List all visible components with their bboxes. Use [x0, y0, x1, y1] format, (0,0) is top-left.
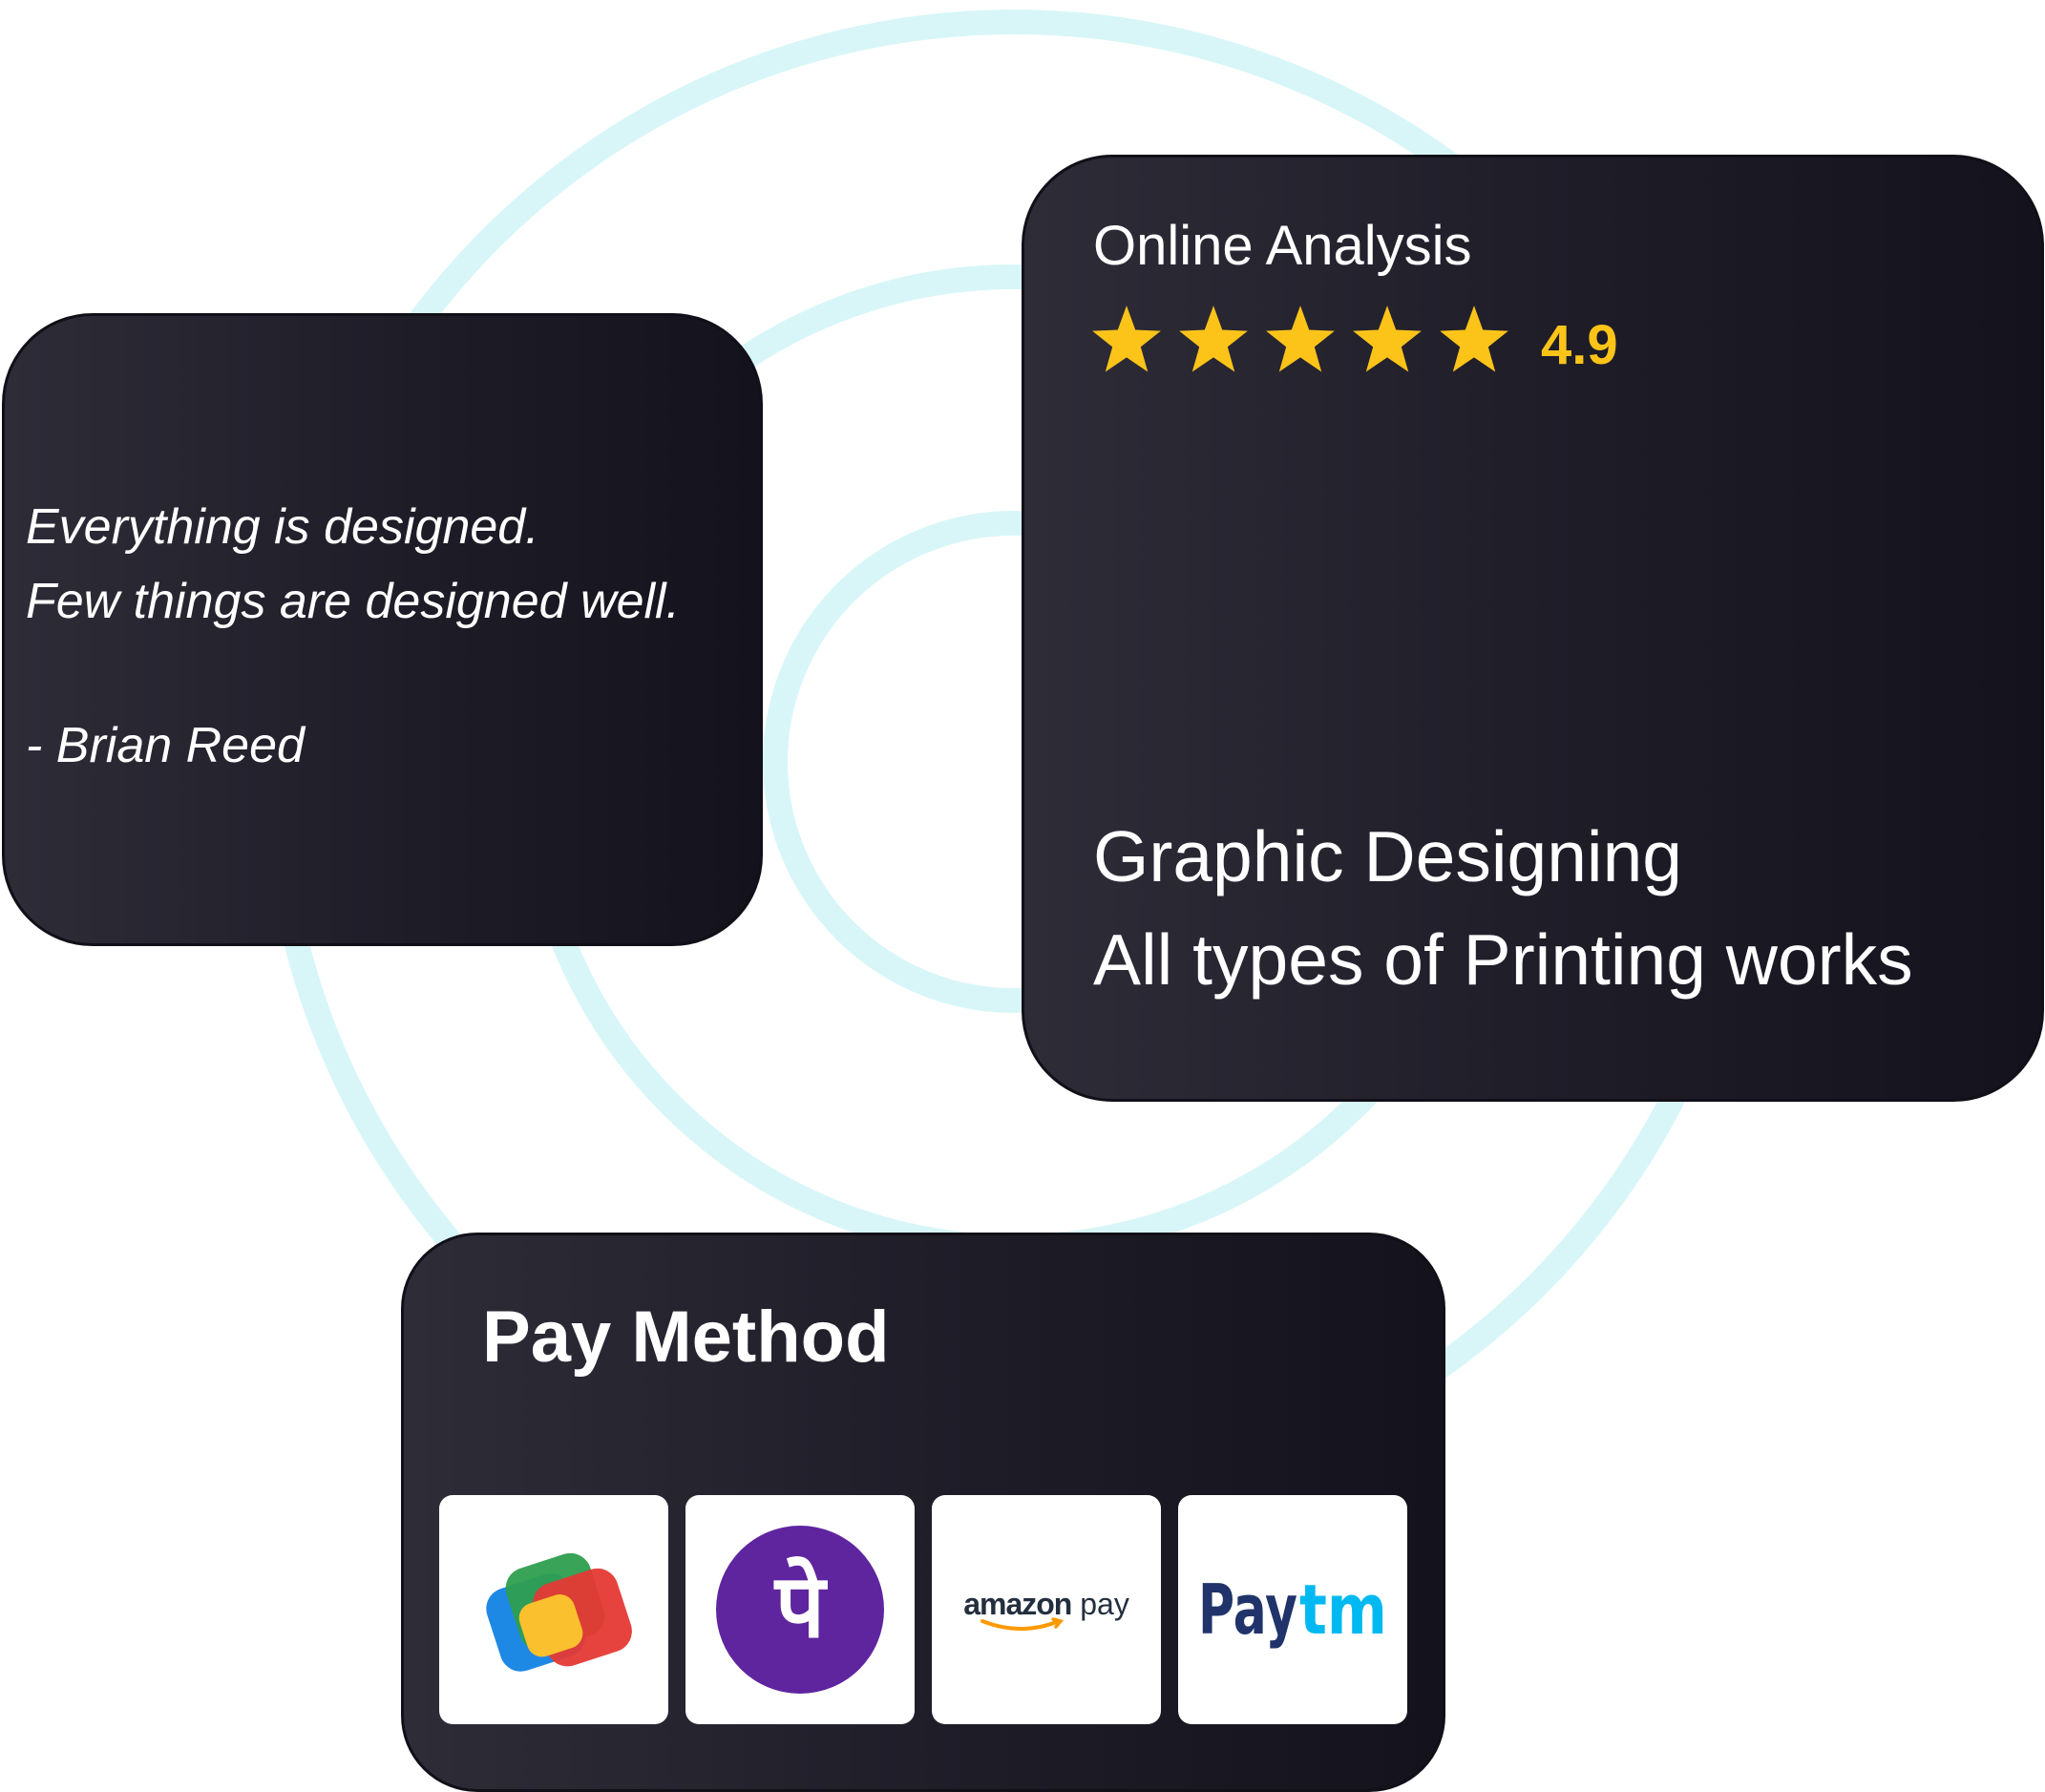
- paytm-logo-text-pay: Pay: [1198, 1570, 1297, 1650]
- services-list: Graphic Designing All types of Printing …: [1093, 816, 1913, 1000]
- star-icon: [1092, 306, 1161, 372]
- star-rating: 4.9: [1089, 301, 1618, 379]
- amazon-pay-icon: amazon pay: [963, 1587, 1129, 1633]
- phonepe-logo-text: पे: [773, 1555, 829, 1657]
- amazon-pay-logo-text: pay: [1071, 1587, 1129, 1621]
- paytm-logo-text-tm: tm: [1299, 1570, 1387, 1650]
- phonepe-option[interactable]: पे: [685, 1495, 915, 1724]
- star-icon: [1353, 306, 1422, 372]
- analysis-title: Online Analysis: [1093, 215, 1472, 277]
- paytm-icon: Pay tm: [1198, 1570, 1387, 1650]
- quote-text: Everything is designed. Few things are d…: [26, 499, 681, 629]
- payment-options: पे amazon pay Pay tm: [439, 1495, 1407, 1724]
- google-pay-option[interactable]: [439, 1495, 668, 1724]
- star-icon: [1179, 306, 1248, 372]
- quote-card: Everything is designed. Few things are d…: [2, 313, 763, 946]
- quote-author: - Brian Reed: [26, 718, 305, 773]
- google-pay-icon: [486, 1552, 632, 1672]
- amazon-smile-icon: [980, 1617, 1065, 1631]
- star-icon: [1440, 306, 1508, 372]
- pay-method-title: Pay Method: [482, 1297, 890, 1378]
- pay-method-card: Pay Method पे amazon pay Pay tm: [401, 1233, 1445, 1792]
- star-icon: [1266, 306, 1335, 372]
- phonepe-icon: पे: [716, 1526, 884, 1694]
- amazon-logo-text: amazon: [963, 1587, 1072, 1621]
- amazon-pay-option[interactable]: amazon pay: [932, 1495, 1161, 1724]
- paytm-option[interactable]: Pay tm: [1178, 1495, 1407, 1724]
- rating-value: 4.9: [1541, 314, 1618, 376]
- online-analysis-card: Online Analysis 4.9 Graphic Designing Al…: [1022, 155, 2044, 1102]
